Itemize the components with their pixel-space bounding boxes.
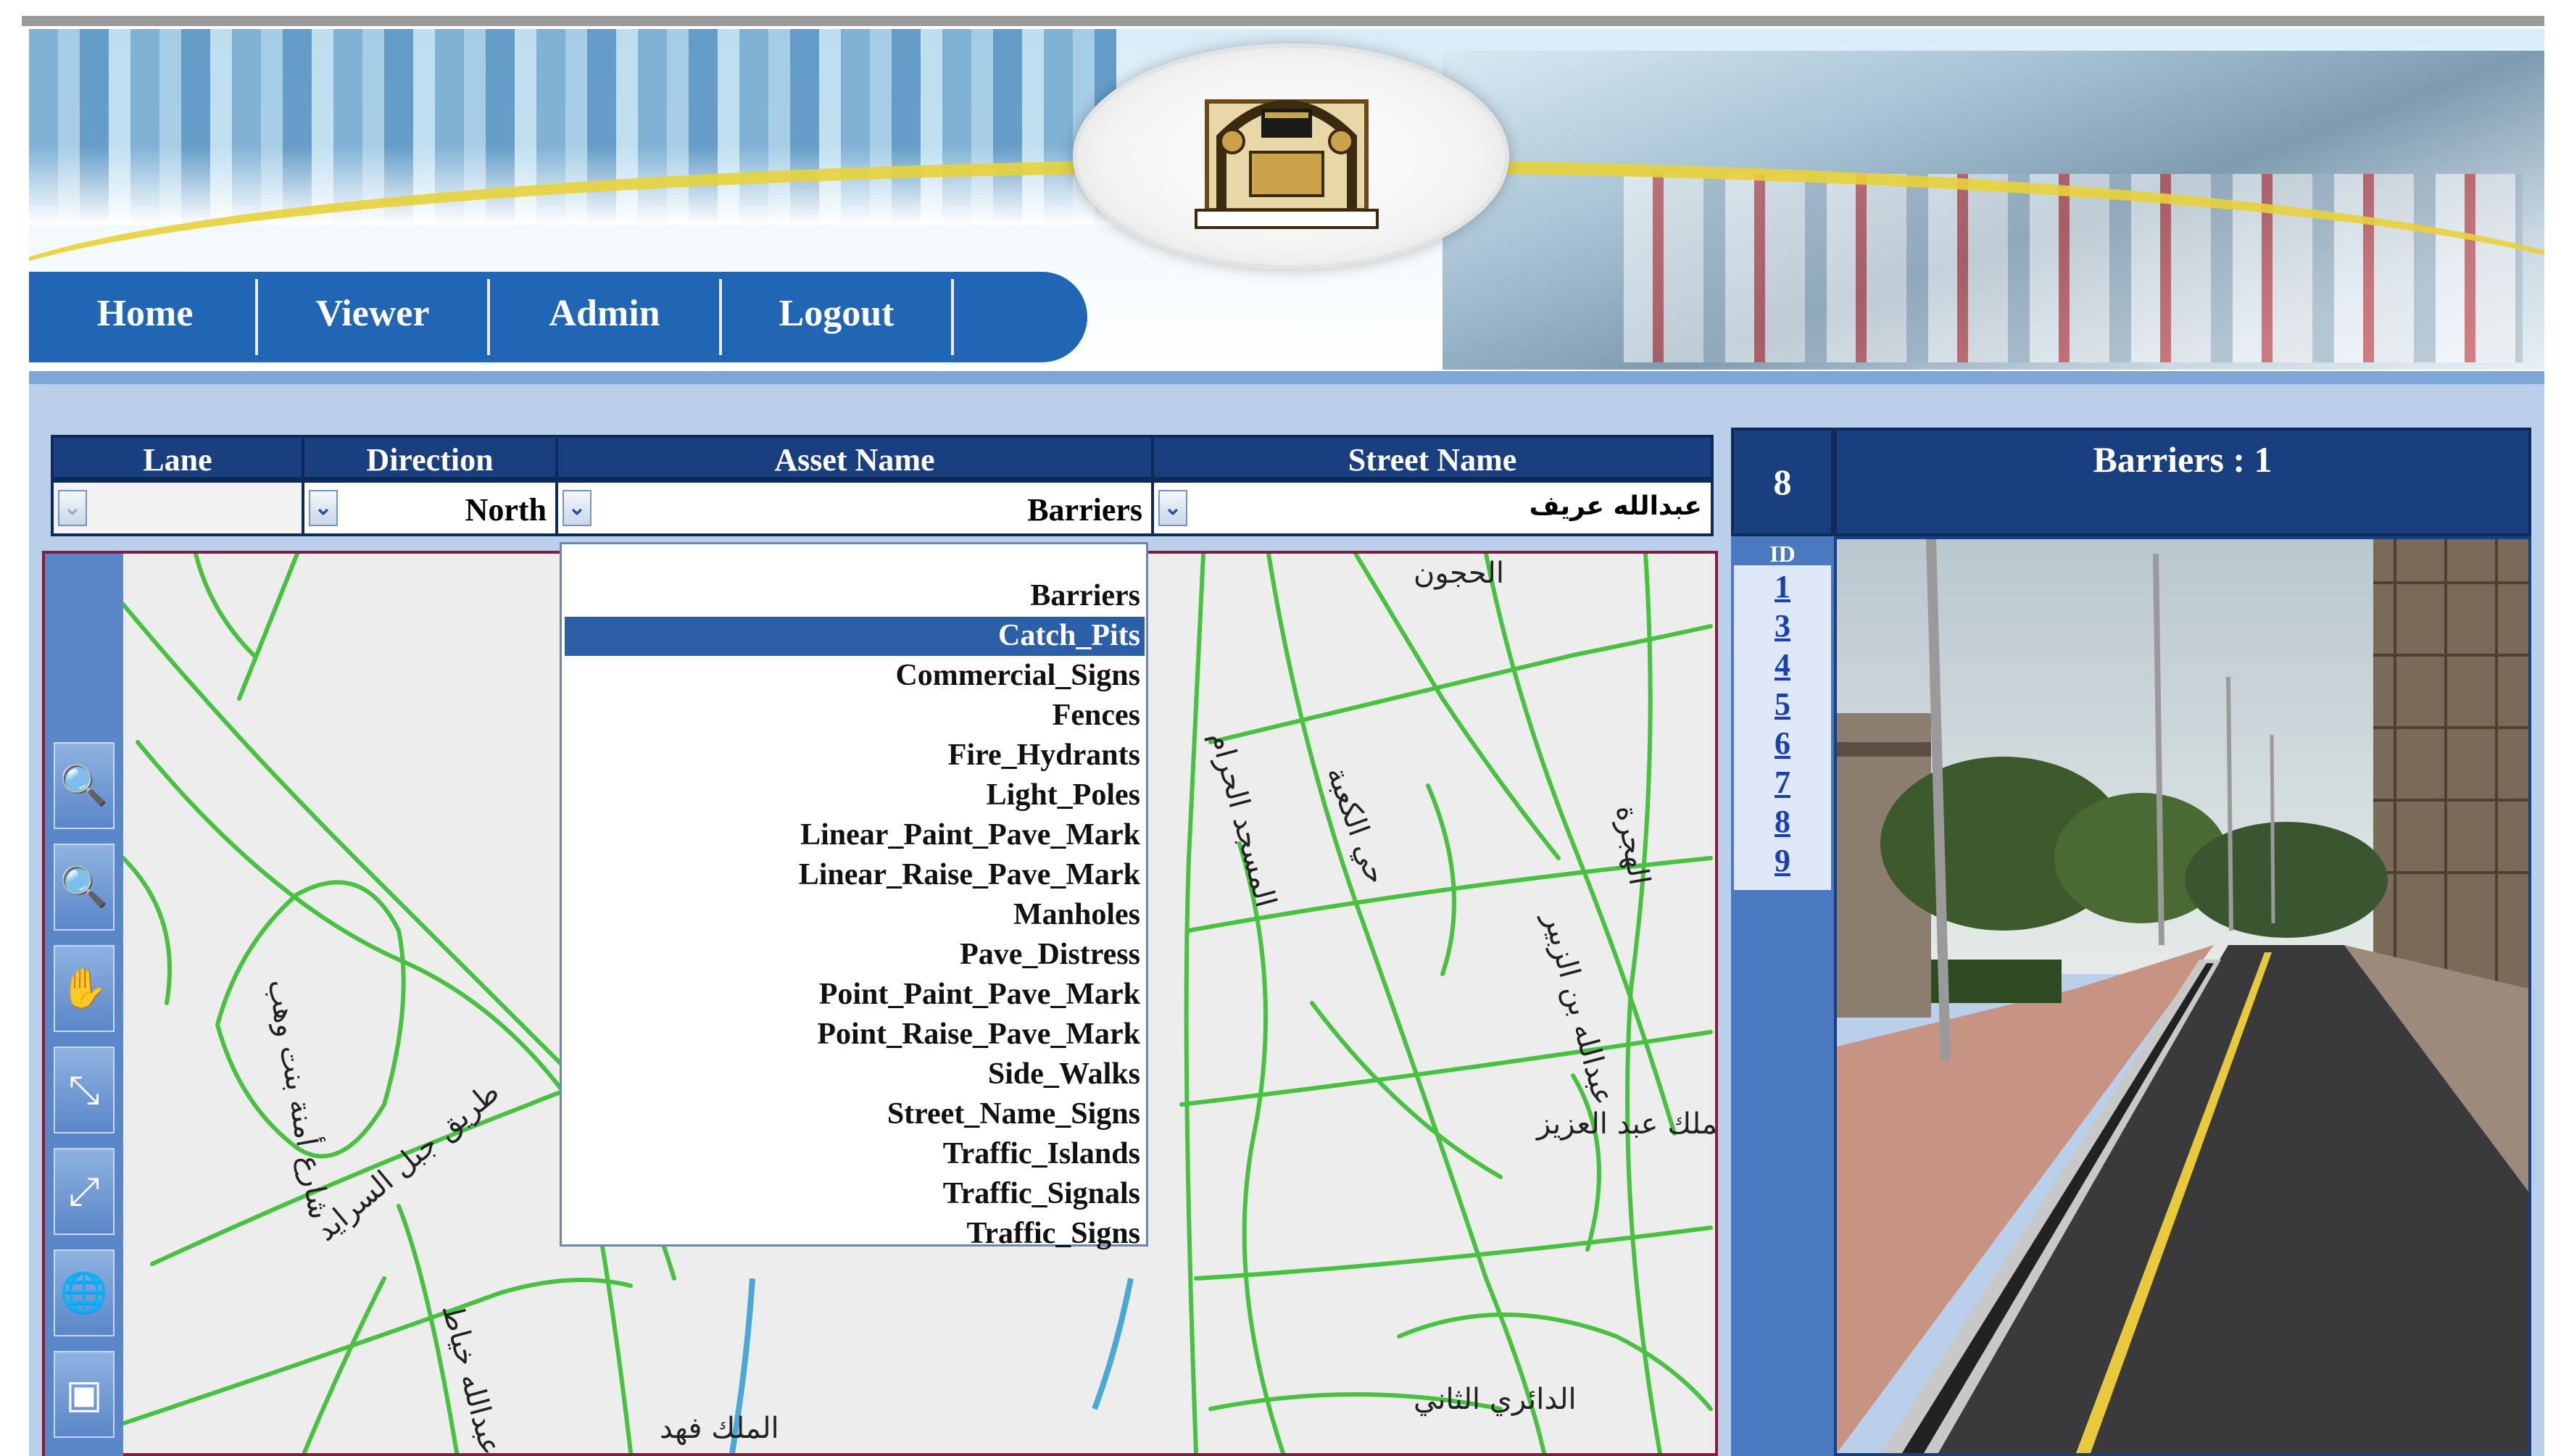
asset-name-select[interactable]: ⌄ Barriers bbox=[555, 480, 1154, 536]
map-label: الحجون bbox=[1414, 557, 1504, 590]
chevron-down-icon[interactable]: ⌄ bbox=[1158, 490, 1187, 526]
asset-name-value: Barriers bbox=[1027, 492, 1142, 528]
dropdown-option[interactable]: Linear_Paint_Pave_Mark bbox=[800, 815, 1140, 854]
direction-select[interactable]: ⌄ North bbox=[302, 480, 558, 536]
id-link[interactable]: 7 bbox=[1734, 764, 1831, 801]
chevron-down-icon[interactable]: ⌄ bbox=[563, 490, 592, 526]
map-label: الملك عبد العزيز bbox=[1535, 1107, 1715, 1141]
direction-header: Direction bbox=[302, 435, 558, 480]
dropdown-option[interactable]: Pave_Distress bbox=[960, 935, 1140, 974]
nav-home[interactable]: Home bbox=[29, 272, 261, 362]
asset-name-header: Asset Name bbox=[555, 435, 1154, 480]
zoom-out-icon[interactable]: 🔍 bbox=[54, 844, 115, 931]
select-box-icon[interactable]: ▣ bbox=[54, 1351, 115, 1438]
dropdown-option[interactable]: Traffic_Signs bbox=[966, 1214, 1140, 1253]
street-name-value: عبدالله عريف bbox=[1529, 491, 1702, 521]
dropdown-option[interactable]: Barriers bbox=[1030, 576, 1140, 615]
main-nav: Home Viewer Admin Logout bbox=[29, 272, 1087, 362]
id-link[interactable]: 4 bbox=[1734, 646, 1831, 683]
dropdown-option[interactable]: Commercial_Signs bbox=[895, 656, 1140, 695]
dropdown-option[interactable]: Side_Walks bbox=[988, 1054, 1140, 1094]
result-count: 8 bbox=[1731, 428, 1834, 536]
id-link[interactable]: 8 bbox=[1734, 803, 1831, 840]
map-label: عبدالله خياط bbox=[435, 1301, 507, 1453]
municipality-logo-icon bbox=[1195, 99, 1379, 229]
zoom-extent-out-icon[interactable]: ⤢ bbox=[54, 1148, 115, 1235]
dropdown-option[interactable]: Fire_Hydrants bbox=[948, 736, 1140, 775]
dropdown-option[interactable]: Point_Raise_Pave_Mark bbox=[817, 1015, 1140, 1054]
map-toolbar: 🔍 🔍 ✋ ⤡ ⤢ 🌐 ▣ bbox=[45, 554, 123, 1456]
id-label: ID bbox=[1734, 542, 1831, 565]
chevron-down-icon[interactable]: ⌄ bbox=[309, 490, 338, 526]
top-rule bbox=[22, 16, 2544, 26]
map-label: الدائري الثاني bbox=[1414, 1383, 1577, 1416]
id-link[interactable]: 9 bbox=[1734, 842, 1831, 879]
zoom-in-icon[interactable]: 🔍 bbox=[54, 742, 115, 829]
dropdown-option[interactable]: Traffic_Islands bbox=[943, 1134, 1140, 1173]
map-label: شارع أمنة بنت وهب bbox=[261, 976, 339, 1222]
map-label: طريق جبل السرايد bbox=[310, 1076, 506, 1248]
map-label: الملك فهد bbox=[660, 1412, 779, 1445]
zoom-extent-in-icon[interactable]: ⤡ bbox=[54, 1047, 115, 1133]
dropdown-option[interactable]: Traffic_Signals bbox=[943, 1174, 1140, 1213]
direction-value: North bbox=[465, 492, 547, 528]
nav-logout[interactable]: Logout bbox=[722, 272, 951, 362]
dropdown-option[interactable]: Manholes bbox=[1013, 895, 1140, 934]
lane-select[interactable]: ⌄ bbox=[51, 480, 304, 536]
id-link[interactable]: 3 bbox=[1734, 607, 1831, 644]
pan-hand-icon[interactable]: ✋ bbox=[54, 945, 115, 1032]
nav-viewer[interactable]: Viewer bbox=[258, 272, 487, 362]
asset-title: Barriers : 1 bbox=[1834, 428, 2531, 536]
id-link[interactable]: 1 bbox=[1734, 568, 1831, 605]
map-label: المسجد الحرام bbox=[1203, 728, 1282, 911]
dropdown-option[interactable]: Light_Poles bbox=[987, 775, 1140, 815]
dropdown-option[interactable]: Linear_Raise_Pave_Mark bbox=[799, 855, 1140, 894]
dropdown-option-selected[interactable]: Catch_Pits bbox=[998, 616, 1140, 655]
id-link[interactable]: 5 bbox=[1734, 686, 1831, 723]
street-name-select[interactable]: ⌄ عبدالله عريف bbox=[1151, 480, 1714, 536]
road-image bbox=[1837, 539, 2528, 1453]
asset-dropdown-list: Barriers Catch_Pits Commercial_Signs Fen… bbox=[560, 542, 1148, 1250]
nav-admin[interactable]: Admin bbox=[490, 272, 719, 362]
street-name-header: Street Name bbox=[1151, 435, 1714, 480]
lane-header: Lane bbox=[51, 435, 304, 480]
chevron-down-icon[interactable]: ⌄ bbox=[58, 490, 87, 526]
globe-icon[interactable]: 🌐 bbox=[54, 1249, 115, 1336]
dropdown-option[interactable]: Fences bbox=[1053, 696, 1140, 735]
dropdown-option[interactable]: Point_Paint_Pave_Mark bbox=[819, 975, 1140, 1014]
dropdown-option[interactable]: Street_Name_Signs bbox=[887, 1094, 1140, 1133]
id-link[interactable]: 6 bbox=[1734, 725, 1831, 762]
street-photo bbox=[1834, 536, 2531, 1456]
